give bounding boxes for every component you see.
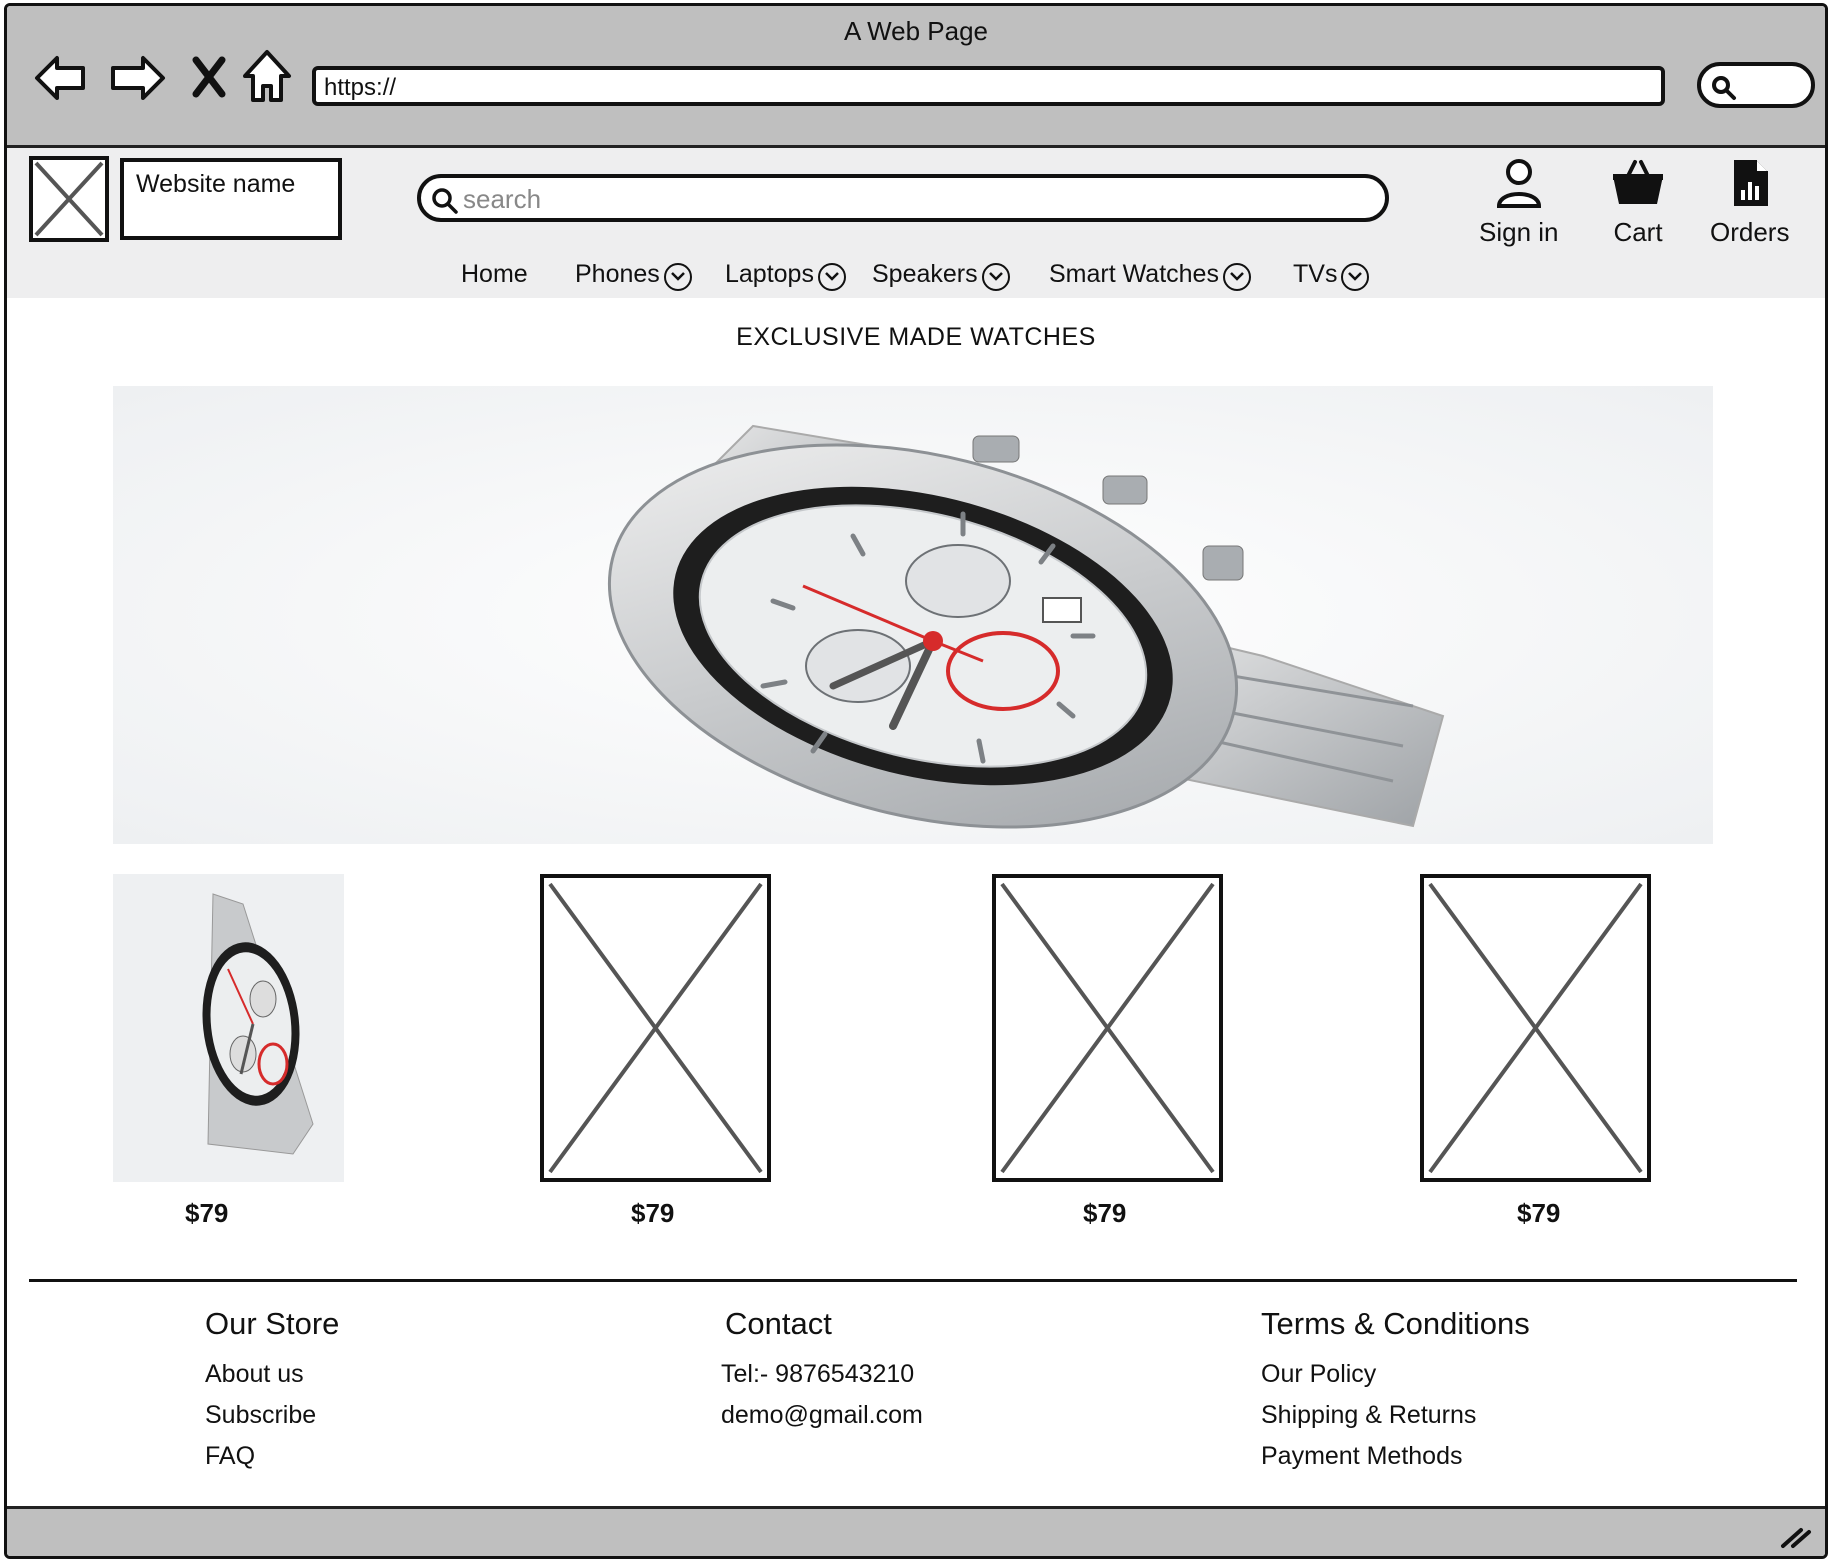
nav-item-speakers[interactable]: Speakers	[872, 260, 1010, 291]
sign-in-button[interactable]: Sign in	[1479, 158, 1559, 248]
footer-link-payment[interactable]: Payment Methods	[1261, 1442, 1530, 1471]
nav-item-tvs[interactable]: TVs	[1293, 260, 1370, 291]
nav-label: Laptops	[725, 260, 814, 288]
product-price: $79	[1517, 1198, 1561, 1228]
chevron-down-icon[interactable]	[1341, 262, 1370, 291]
cart-label: Cart	[1613, 217, 1663, 247]
footer-phone: Tel:- 9876543210	[721, 1360, 915, 1388]
url-bar[interactable]: https://	[312, 66, 1665, 106]
home-icon[interactable]	[241, 48, 293, 106]
cart-button[interactable]: Cart	[1611, 158, 1665, 248]
footer-divider	[29, 1279, 1797, 1282]
footer-link-faq[interactable]: FAQ	[205, 1442, 339, 1471]
sign-in-label: Sign in	[1479, 217, 1559, 247]
nav-item-phones[interactable]: Phones	[575, 260, 692, 291]
footer-heading: Terms & Conditions	[1261, 1306, 1530, 1341]
forward-icon[interactable]	[107, 50, 167, 106]
search-icon	[1712, 76, 1736, 100]
nav-label: Smart Watches	[1049, 260, 1219, 288]
status-bar	[7, 1506, 1825, 1556]
chevron-down-icon[interactable]	[663, 262, 692, 291]
browser-window: A Web Page https:// Website name search …	[4, 3, 1828, 1559]
product-image-watch[interactable]	[113, 874, 344, 1182]
search-input[interactable]: search	[417, 174, 1389, 222]
back-icon[interactable]	[33, 50, 89, 106]
footer-terms: Terms & Conditions Our Policy Shipping &…	[1261, 1306, 1530, 1483]
search-icon	[432, 188, 458, 214]
watch-thumbnail	[113, 874, 344, 1182]
footer-link-about[interactable]: About us	[205, 1360, 339, 1389]
browser-chrome: A Web Page https://	[7, 6, 1825, 148]
product-price: $79	[1083, 1198, 1127, 1228]
footer-link-shipping[interactable]: Shipping & Returns	[1261, 1401, 1530, 1430]
orders-button[interactable]: Orders	[1710, 158, 1789, 248]
chevron-down-icon[interactable]	[817, 262, 846, 291]
nav-label: Home	[461, 260, 528, 288]
nav-item-home[interactable]: Home	[461, 260, 528, 289]
nav-item-laptops[interactable]: Laptops	[725, 260, 846, 291]
footer-link-policy[interactable]: Our Policy	[1261, 1360, 1530, 1389]
footer-heading: Our Store	[205, 1306, 340, 1341]
chevron-down-icon[interactable]	[1222, 262, 1251, 291]
nav-item-smart-watches[interactable]: Smart Watches	[1049, 260, 1251, 291]
site-name[interactable]: Website name	[120, 158, 342, 240]
chevron-down-icon[interactable]	[981, 262, 1010, 291]
stop-icon[interactable]	[190, 56, 228, 98]
product-image-placeholder[interactable]	[540, 874, 771, 1182]
page-headline: EXCLUSIVE MADE WATCHES	[736, 323, 1096, 351]
orders-icon	[1733, 160, 1768, 206]
footer-email[interactable]: demo@gmail.com	[721, 1401, 923, 1430]
nav-label: Speakers	[872, 260, 978, 288]
nav-label: Phones	[575, 260, 660, 288]
orders-label: Orders	[1710, 217, 1790, 247]
browser-search-box[interactable]	[1697, 62, 1815, 108]
footer-heading: Contact	[725, 1306, 832, 1341]
product-image-placeholder[interactable]	[992, 874, 1223, 1182]
footer-store: Our Store About us Subscribe FAQ	[205, 1306, 339, 1483]
logo-placeholder[interactable]	[29, 156, 109, 242]
hero-banner[interactable]	[113, 386, 1713, 844]
product-price: $79	[631, 1198, 675, 1228]
footer-contact: Contact Tel:- 9876543210 demo@gmail.com	[721, 1306, 923, 1442]
product-image-placeholder[interactable]	[1420, 874, 1651, 1182]
nav-label: TVs	[1293, 260, 1338, 288]
basket-icon	[1613, 160, 1663, 204]
search-placeholder: search	[463, 184, 542, 214]
product-price: $79	[185, 1198, 229, 1228]
user-icon	[1496, 159, 1541, 208]
footer-link-subscribe[interactable]: Subscribe	[205, 1401, 339, 1430]
site-header: Website name search Sign in Cart Orders …	[7, 148, 1825, 298]
watch-image	[113, 386, 1713, 844]
window-title: A Web Page	[843, 16, 989, 46]
resize-grip-icon[interactable]	[1779, 1524, 1813, 1550]
